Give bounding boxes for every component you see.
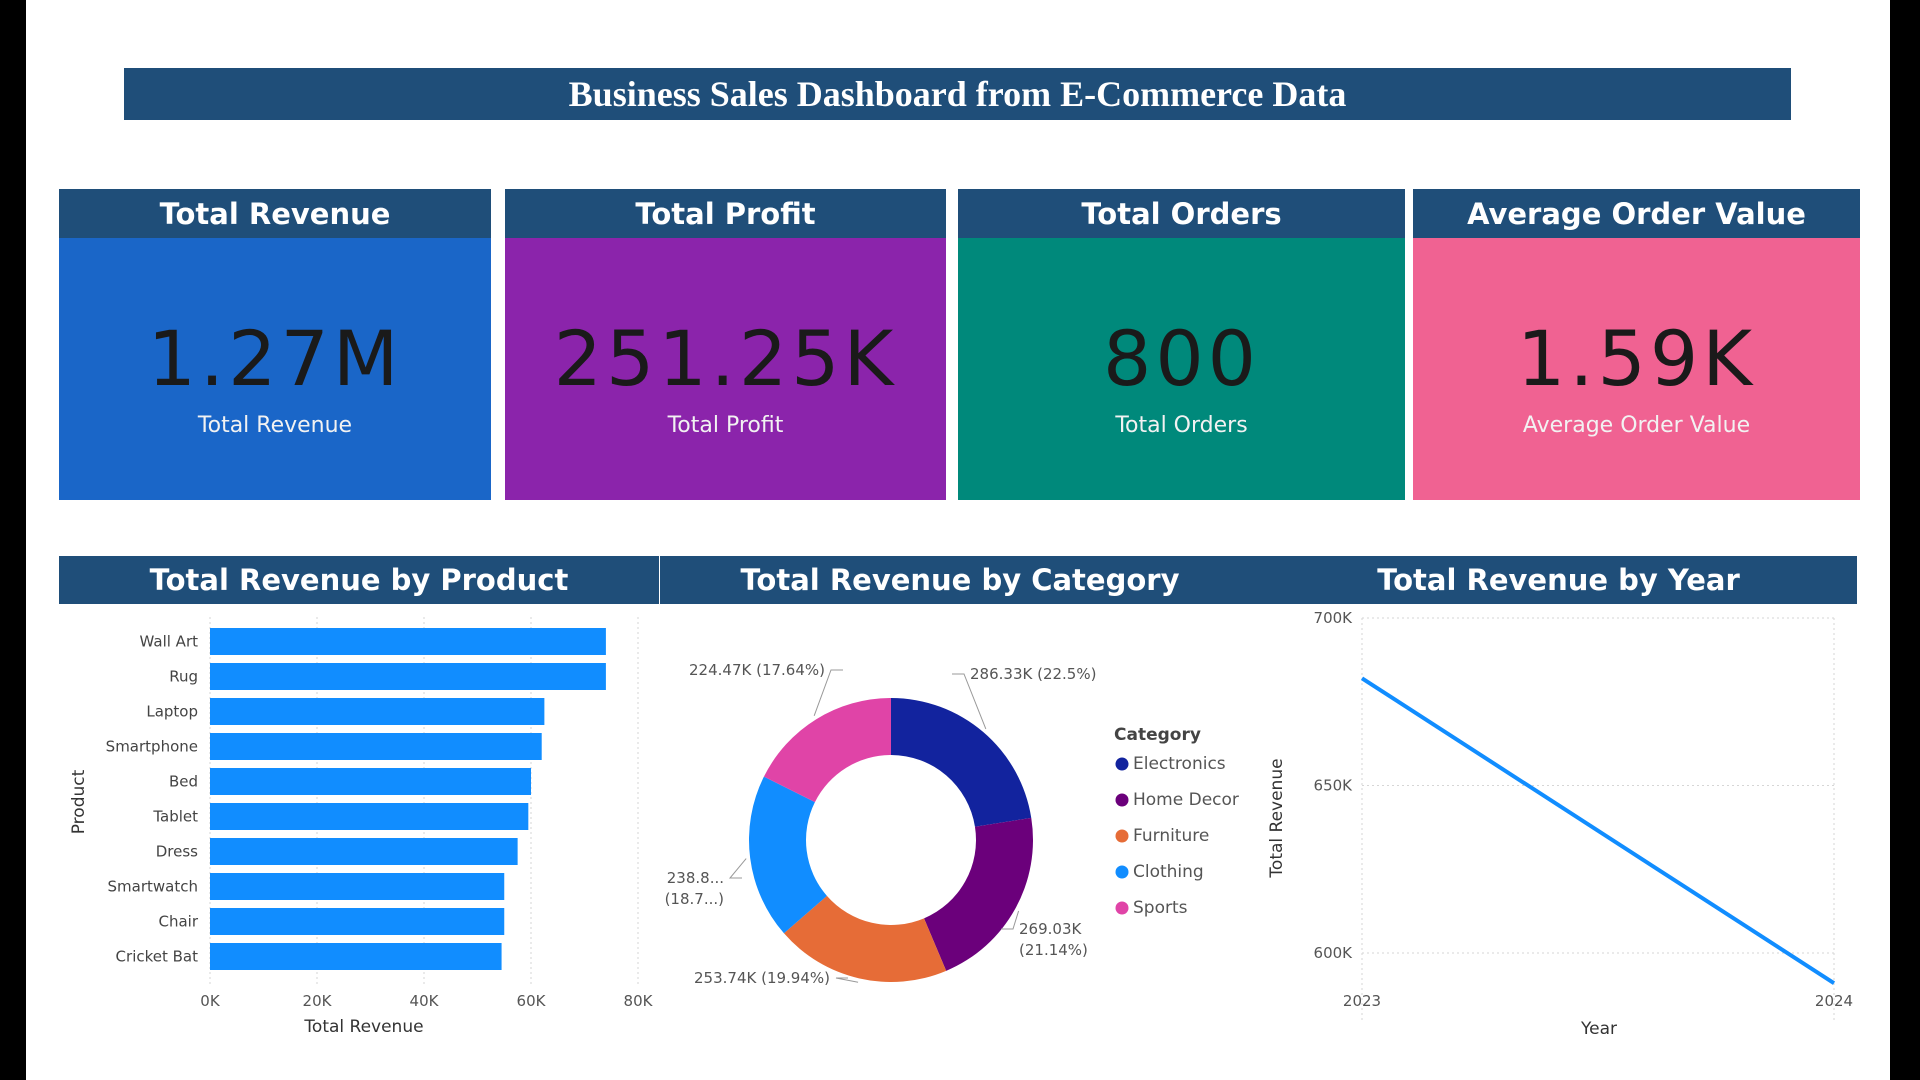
- legend-marker: [1115, 757, 1129, 771]
- kpi-header: Total Profit: [505, 189, 946, 238]
- right-frame-border: [1890, 0, 1920, 1080]
- legend-marker: [1115, 865, 1129, 879]
- bar: [210, 803, 529, 830]
- dashboard-title: Business Sales Dashboard from E-Commerce…: [124, 68, 1791, 120]
- y-axis-title: Product: [69, 769, 89, 834]
- kpi-header: Total Orders: [958, 189, 1405, 238]
- slice-data-label: 286.33K (22.5%): [970, 665, 1096, 683]
- leader-line: [835, 977, 859, 983]
- kpi-value: 800: [1102, 313, 1261, 403]
- kpi-card-average-order-value: Average Order Value 1.59K Average Order …: [1413, 189, 1860, 500]
- kpi-label: Total Orders: [1115, 412, 1248, 438]
- category-chart-title: Total Revenue by Category: [660, 556, 1260, 604]
- x-tick-label: 20K: [303, 992, 333, 1010]
- bar: [210, 768, 531, 795]
- year-line-chart: 600K 650K 700K 2023 2024 Year Total Revenue: [1267, 609, 1853, 1039]
- kpi-body: 1.27M Total Revenue: [59, 238, 491, 500]
- slice-data-label: 253.74K (19.94%): [694, 969, 830, 987]
- x-tick-label: 2024: [1815, 992, 1853, 1010]
- legend-label: Sports: [1133, 898, 1188, 918]
- donut-slice: [891, 698, 1032, 827]
- legend-label: Home Decor: [1133, 790, 1239, 810]
- x-tick-label: 40K: [410, 992, 440, 1010]
- slice-data-label: 269.03K: [1019, 920, 1082, 938]
- bar: [210, 943, 502, 970]
- kpi-body: 251.25K Total Profit: [505, 238, 946, 500]
- category-donut-chart: 286.33K (22.5%) 269.03K (21.14%) 253.74K (1…: [665, 661, 1239, 987]
- kpi-header: Average Order Value: [1413, 189, 1860, 238]
- kpi-card-total-profit: Total Profit 251.25K Total Profit: [505, 189, 946, 500]
- x-tick-label: 60K: [517, 992, 547, 1010]
- leader-line: [728, 858, 747, 879]
- bar: [210, 873, 505, 900]
- kpi-label: Total Revenue: [197, 412, 353, 438]
- y-tick-label: Chair: [158, 913, 198, 931]
- kpi-card-total-revenue: Total Revenue 1.27M Total Revenue: [59, 189, 491, 500]
- legend-marker: [1115, 793, 1129, 807]
- legend-label: Clothing: [1133, 862, 1204, 882]
- bar: [210, 663, 606, 690]
- y-axis-title: Total Revenue: [1267, 758, 1287, 878]
- y-tick-label: Tablet: [152, 808, 198, 826]
- bar: [210, 733, 542, 760]
- y-tick-label: Smartphone: [106, 738, 198, 756]
- left-frame-border: [0, 0, 26, 1080]
- y-tick-label: Dress: [156, 843, 198, 861]
- slice-data-label: 238.8...: [667, 869, 724, 887]
- x-tick-label: 0K: [200, 992, 221, 1010]
- slice-data-label: (21.14%): [1019, 941, 1088, 959]
- bar: [210, 908, 505, 935]
- x-tick-label: 80K: [624, 992, 654, 1010]
- legend-marker: [1115, 829, 1129, 843]
- kpi-value: 1.27M: [147, 313, 403, 403]
- x-axis-title: Total Revenue: [303, 1017, 423, 1037]
- legend-label: Electronics: [1133, 754, 1226, 774]
- y-tick-label: Cricket Bat: [116, 948, 199, 966]
- kpi-label: Total Profit: [667, 412, 784, 438]
- product-chart-title: Total Revenue by Product: [59, 556, 659, 604]
- kpi-value: 251.25K: [553, 313, 898, 403]
- year-chart-title: Total Revenue by Year: [1260, 556, 1857, 604]
- y-tick-label: 700K: [1314, 609, 1354, 627]
- revenue-line: [1360, 676, 1836, 985]
- y-tick-label: Rug: [169, 668, 198, 686]
- y-tick-label: 650K: [1314, 777, 1354, 795]
- product-bar-chart: 0K 20K 40K 60K 80K Wall Art Rug Laptop Smartphon…: [69, 617, 654, 1037]
- bar: [210, 628, 606, 655]
- kpi-body: 1.59K Average Order Value: [1413, 238, 1860, 500]
- kpi-value: 1.59K: [1516, 313, 1757, 403]
- kpi-header: Total Revenue: [59, 189, 491, 238]
- bar: [210, 698, 545, 725]
- donut-slice: [924, 817, 1033, 971]
- legend-title: Category: [1114, 725, 1201, 745]
- y-tick-label: Bed: [169, 773, 198, 791]
- slice-data-label: (18.7...): [665, 890, 724, 908]
- legend-marker: [1115, 901, 1129, 915]
- kpi-label: Average Order Value: [1522, 412, 1751, 438]
- y-tick-label: Wall Art: [140, 633, 199, 651]
- legend-label: Furniture: [1133, 826, 1209, 846]
- x-axis-title: Year: [1580, 1019, 1617, 1039]
- y-tick-label: Laptop: [146, 703, 198, 721]
- slice-data-label: 224.47K (17.64%): [689, 661, 825, 679]
- y-tick-label: Smartwatch: [108, 878, 198, 896]
- kpi-card-total-orders: Total Orders 800 Total Orders: [958, 189, 1405, 500]
- bar: [210, 838, 518, 865]
- y-tick-label: 600K: [1314, 944, 1354, 962]
- x-tick-label: 2023: [1343, 992, 1381, 1010]
- kpi-body: 800 Total Orders: [958, 238, 1405, 500]
